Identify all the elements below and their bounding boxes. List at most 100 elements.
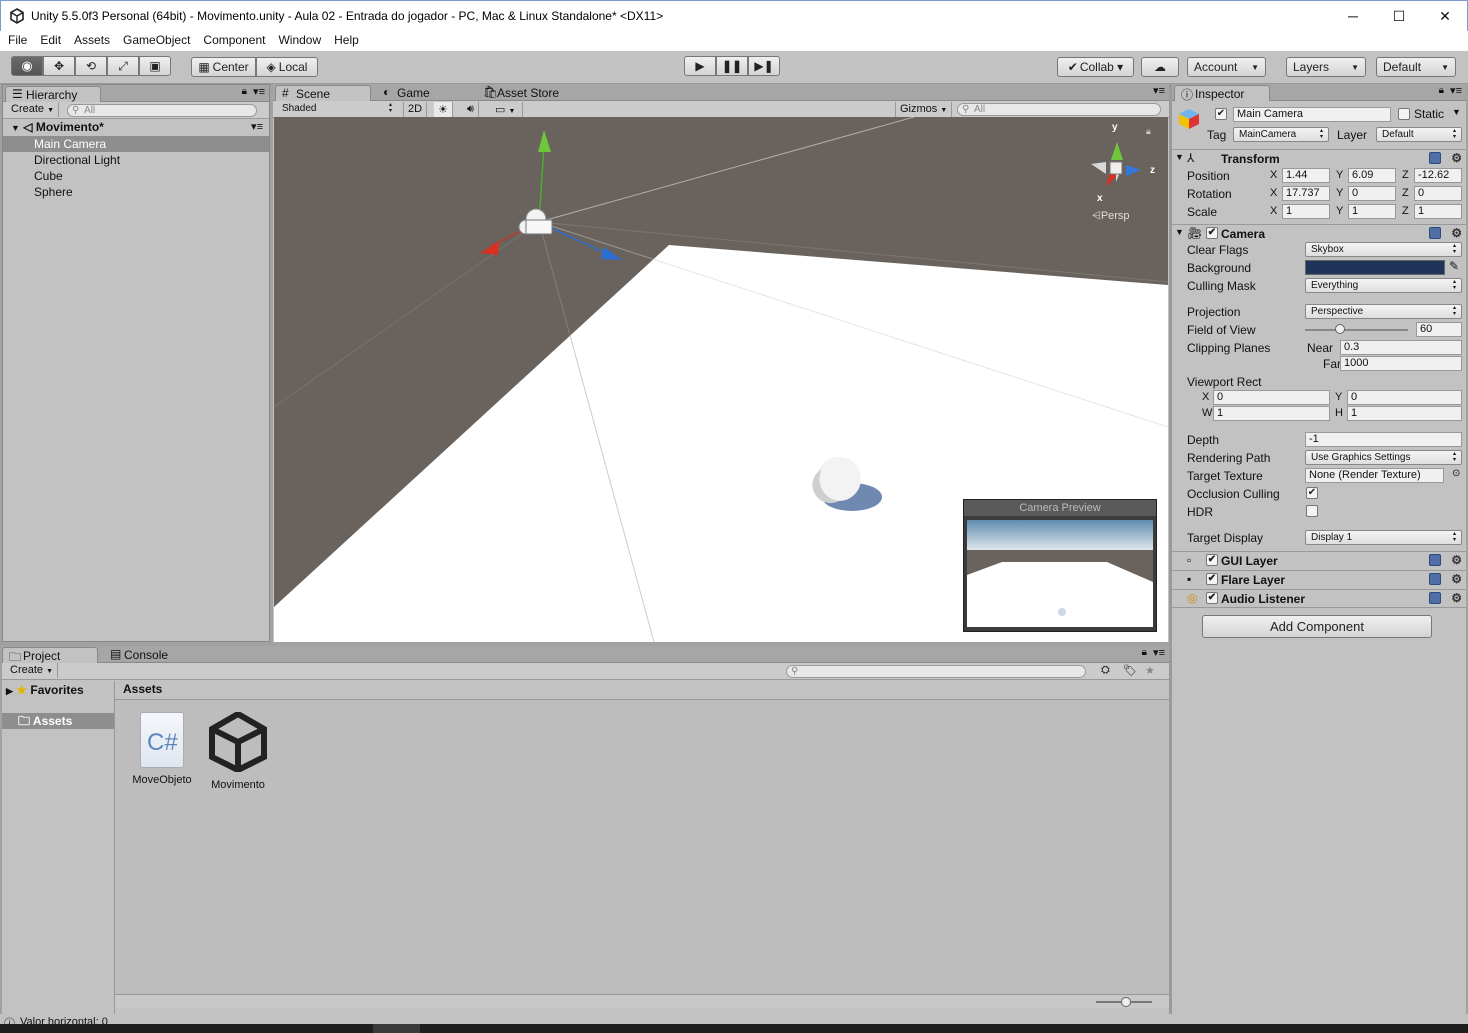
scene-root-row[interactable]: ▼ ◁ Movimento* ▾≡ [3,119,269,136]
gear-icon[interactable]: ⚙ [1451,227,1462,239]
add-component-button[interactable]: Add Component [1202,615,1432,638]
play-button[interactable]: ▶ [684,56,716,76]
lock-icon[interactable]: 🔒︎ [1146,126,1151,137]
panel-menu-icon[interactable]: ▾≡ [1450,84,1462,97]
far-field[interactable]: 1000 [1340,356,1462,371]
icon-size-slider-thumb[interactable] [1121,997,1131,1007]
help-book-icon[interactable] [1429,592,1442,604]
taskbar-item[interactable] [373,1024,420,1033]
gear-icon[interactable]: ⚙ [1451,592,1462,604]
lock-icon[interactable]: 🔒︎ [242,86,247,97]
hdr-checkbox[interactable] [1306,505,1318,517]
menu-component[interactable]: Component [203,31,265,51]
gear-icon[interactable]: ⚙ [1451,152,1462,164]
tab-hierarchy[interactable]: ☰ Hierarchy [5,86,101,102]
project-search-input[interactable]: ⚲ [786,665,1086,678]
position-z-field[interactable]: -12.62 [1414,168,1462,183]
object-name-field[interactable]: Main Camera [1233,107,1391,122]
hierarchy-item-sphere[interactable]: Sphere [3,184,269,200]
target-display-dropdown[interactable]: Display 1 [1305,530,1462,545]
scale-x-field[interactable]: 1 [1282,204,1330,219]
gear-icon[interactable]: ⚙ [1451,573,1462,585]
account-dropdown[interactable]: Account ▼ [1187,57,1266,77]
pivot-center-button[interactable]: ▦ Center [191,57,256,77]
tag-dropdown[interactable]: MainCamera [1233,127,1329,142]
culling-mask-dropdown[interactable]: Everything [1305,278,1462,293]
filter-by-type-icon[interactable]: ⛭ [1101,664,1110,677]
move-tool-button[interactable]: ✥ [43,56,75,76]
fov-field[interactable]: 60 [1416,322,1462,337]
rotation-z-field[interactable]: 0 [1414,186,1462,201]
pivot-local-button[interactable]: ◈ Local [256,57,318,77]
file-item-movimento[interactable]: Movimento [201,710,275,791]
hand-tool-button[interactable]: ◉ [11,56,43,76]
viewport-h-field[interactable]: 1 [1347,406,1462,421]
favorite-star-icon[interactable]: ★ [1145,664,1155,677]
static-dropdown-icon[interactable]: ▼ [1452,107,1461,117]
static-checkbox[interactable] [1398,108,1410,120]
flare-layer-checkbox[interactable]: ✔ [1206,573,1218,585]
gui-layer-header[interactable]: ▫ ✔ GUI Layer ⚙ [1172,551,1466,570]
scene-menu-icon[interactable]: ▾≡ [251,119,263,136]
hierarchy-search-input[interactable]: ⚲ All [67,104,257,117]
2d-toggle-button[interactable]: 2D [403,102,428,117]
tab-console[interactable]: ▤ Console [104,647,194,663]
depth-field[interactable]: -1 [1305,432,1462,447]
gizmo-z-arrow[interactable] [601,247,622,260]
help-book-icon[interactable] [1429,554,1442,566]
layer-dropdown[interactable]: Default [1376,127,1462,142]
panel-menu-icon[interactable]: ▾≡ [1153,84,1165,97]
rendering-path-dropdown[interactable]: Use Graphics Settings [1305,450,1462,465]
viewport-x-field[interactable]: 0 [1213,390,1330,405]
cloud-button[interactable]: ☁ [1141,57,1179,77]
menu-help[interactable]: Help [334,31,359,51]
panel-menu-icon[interactable]: ▾≡ [1153,646,1165,659]
hierarchy-item-main-camera[interactable]: Main Camera [3,136,269,152]
menu-gameobject[interactable]: GameObject [123,31,190,51]
projection-dropdown[interactable]: Perspective [1305,304,1462,319]
persp-label[interactable]: ⩤Persp [1092,210,1130,223]
tab-asset-store[interactable]: 🛍︎ Asset Store [477,85,587,101]
viewport-y-field[interactable]: 0 [1347,390,1462,405]
scene-viewport[interactable]: y z x ⩤Persp 🔒︎ Camera Preview [274,117,1168,642]
active-checkbox[interactable]: ✔ [1215,108,1227,120]
panel-divider[interactable] [1169,84,1172,1014]
lock-icon[interactable]: 🔒︎ [1142,647,1147,658]
transform-header[interactable]: ▼ ⅄ Transform ⚙ [1172,149,1466,168]
camera-enabled-checkbox[interactable]: ✔ [1206,227,1218,239]
gear-icon[interactable]: ⚙ [1451,554,1462,566]
gizmo-x-arrow[interactable] [480,242,499,255]
tab-scene[interactable]: # Scene [275,85,371,101]
gui-layer-checkbox[interactable]: ✔ [1206,554,1218,566]
favorites-row[interactable]: ▶ ★ Favorites [2,681,114,701]
rect-tool-button[interactable]: ▣ [139,56,171,76]
rotation-y-field[interactable]: 0 [1348,186,1396,201]
flare-layer-header[interactable]: ▪ ✔ Flare Layer ⚙ [1172,570,1466,589]
menu-assets[interactable]: Assets [74,31,110,51]
gizmo-y-arrow[interactable] [538,130,551,152]
rotate-tool-button[interactable]: ⟲ [75,56,107,76]
clear-flags-dropdown[interactable]: Skybox [1305,242,1462,257]
layout-dropdown[interactable]: Default ▼ [1376,57,1456,77]
scene-search-input[interactable]: ⚲ All [957,103,1161,116]
help-book-icon[interactable] [1429,227,1442,239]
maximize-button[interactable]: ☐ [1376,1,1422,31]
position-y-field[interactable]: 6.09 [1348,168,1396,183]
effects-dropdown[interactable]: ▭ ▼ [491,102,523,117]
audio-toggle-button[interactable]: 🔊︎ [463,102,479,117]
assets-folder-row[interactable]: 🗀 Assets [2,713,114,729]
near-field[interactable]: 0.3 [1340,340,1462,355]
close-button[interactable]: ✕ [1422,1,1468,31]
tab-inspector[interactable]: ⓘ Inspector [1174,85,1270,102]
scale-z-field[interactable]: 1 [1414,204,1462,219]
layers-dropdown[interactable]: Layers ▼ [1286,57,1366,77]
project-create-dropdown[interactable]: Create ▼ [6,663,59,678]
hierarchy-item-cube[interactable]: Cube [3,168,269,184]
scale-tool-button[interactable]: ⤢ [107,56,139,76]
occlusion-checkbox[interactable]: ✔ [1306,487,1318,499]
file-item-moveobjeto[interactable]: C# MoveObjeto [125,712,199,786]
collab-button[interactable]: ✔ Collab ▾ [1057,57,1134,77]
lock-icon[interactable]: 🔒︎ [1439,85,1444,96]
lighting-toggle-button[interactable]: ☀ [434,102,453,117]
create-dropdown[interactable]: Create ▼ [7,102,60,117]
